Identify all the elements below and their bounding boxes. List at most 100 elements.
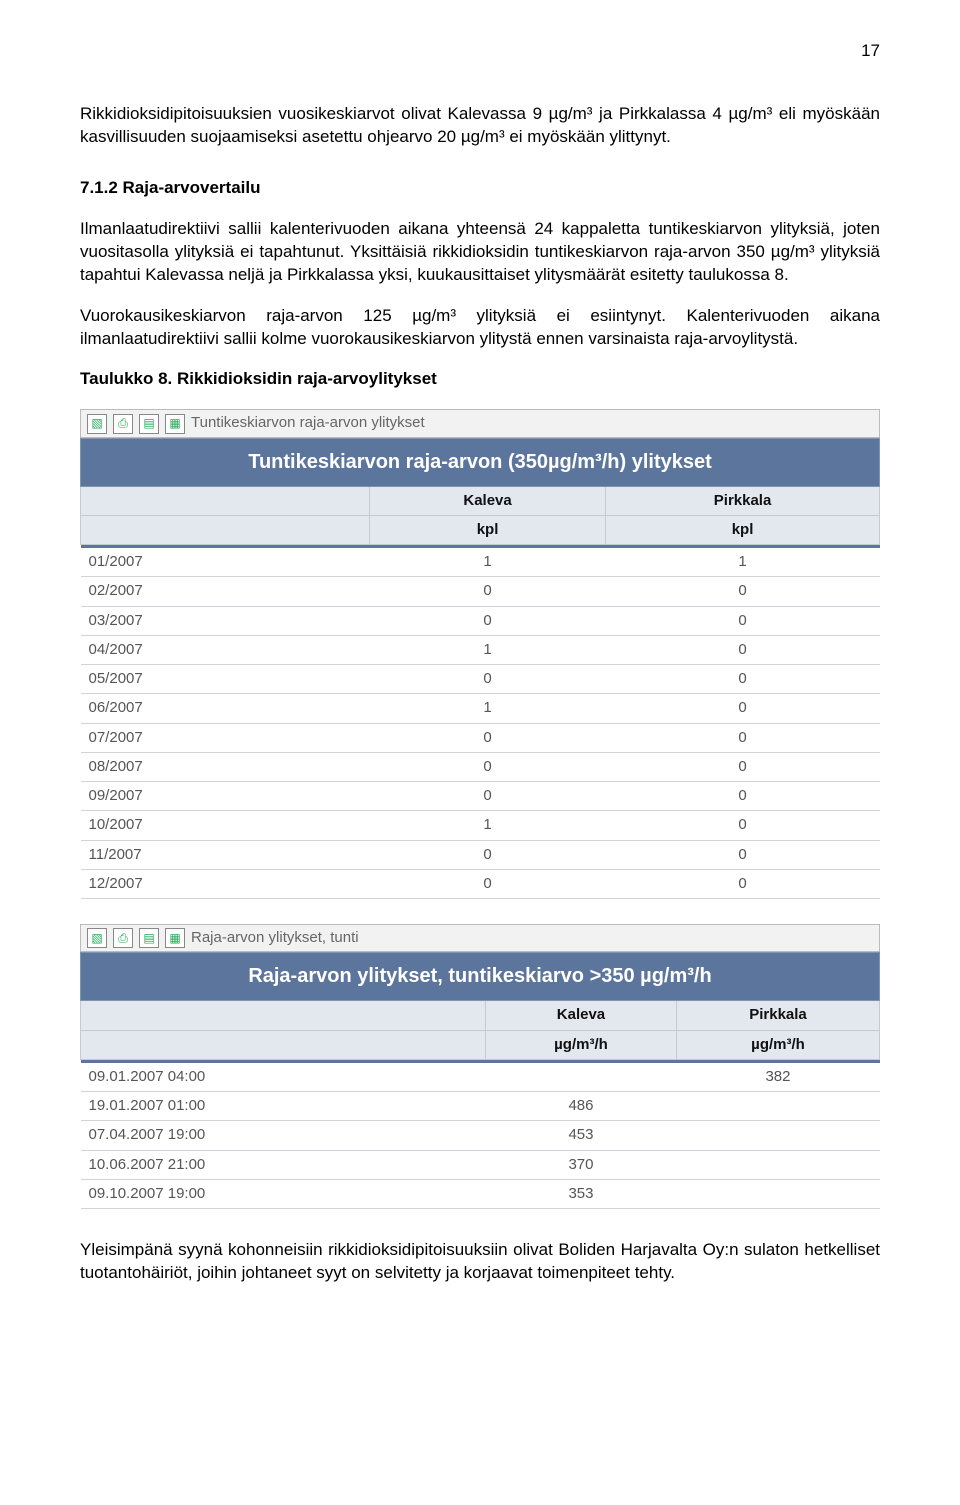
grid-icon[interactable]: ▦ (165, 414, 185, 434)
row-label: 09.10.2007 19:00 (81, 1179, 486, 1208)
col-blank (81, 486, 370, 515)
row-value-kaleva: 1 (370, 694, 606, 723)
row-value-kaleva: 1 (370, 811, 606, 840)
print-icon[interactable]: ⎙ (113, 414, 133, 434)
unit-ug-1: µg/m³/h (485, 1030, 676, 1059)
body-paragraph-2: Vuorokausikeskiarvon raja-arvon 125 µg/m… (80, 305, 880, 351)
row-value-kaleva: 486 (485, 1092, 676, 1121)
row-value-kaleva (485, 1063, 676, 1092)
unit-kpl-2: kpl (606, 515, 880, 544)
row-value-kaleva: 0 (370, 577, 606, 606)
table-row: 06/200710 (81, 694, 880, 723)
row-value-pirkkala: 0 (606, 723, 880, 752)
table-1: Tuntikeskiarvon raja-arvon (350µg/m³/h) … (80, 438, 880, 900)
row-label: 09.01.2007 04:00 (81, 1063, 486, 1092)
row-value-pirkkala: 382 (676, 1063, 879, 1092)
toolbar-title: Raja-arvon ylitykset, tunti (191, 928, 359, 948)
doc-icon[interactable]: ▤ (139, 928, 159, 948)
table-row: 08/200700 (81, 752, 880, 781)
row-label: 05/2007 (81, 665, 370, 694)
table-row: 03/200700 (81, 606, 880, 635)
row-value-pirkkala (676, 1179, 879, 1208)
table-row: 02/200700 (81, 577, 880, 606)
row-value-pirkkala: 0 (606, 752, 880, 781)
table-row: 09.10.2007 19:00353 (81, 1179, 880, 1208)
row-value-kaleva: 0 (370, 869, 606, 898)
page-number: 17 (80, 40, 880, 63)
col-kaleva: Kaleva (370, 486, 606, 515)
table-row: 04/200710 (81, 635, 880, 664)
table-row: 01/200711 (81, 548, 880, 577)
row-label: 04/2007 (81, 635, 370, 664)
row-value-pirkkala (676, 1121, 879, 1150)
unit-blank (81, 515, 370, 544)
row-value-pirkkala: 0 (606, 665, 880, 694)
row-value-pirkkala: 0 (606, 869, 880, 898)
row-label: 03/2007 (81, 606, 370, 635)
table-row: 05/200700 (81, 665, 880, 694)
table-row: 09.01.2007 04:00 382 (81, 1063, 880, 1092)
toolbar-title: Tuntikeskiarvon raja-arvon ylitykset (191, 413, 425, 433)
row-value-kaleva: 453 (485, 1121, 676, 1150)
row-label: 08/2007 (81, 752, 370, 781)
col-kaleva: Kaleva (485, 1001, 676, 1030)
row-label: 02/2007 (81, 577, 370, 606)
table-2: Raja-arvon ylitykset, tuntikeskiarvo >35… (80, 952, 880, 1209)
unit-blank (81, 1030, 486, 1059)
row-value-pirkkala: 0 (606, 606, 880, 635)
row-value-pirkkala (676, 1092, 879, 1121)
table-row: 12/200700 (81, 869, 880, 898)
row-value-kaleva: 370 (485, 1150, 676, 1179)
row-value-pirkkala: 1 (606, 548, 880, 577)
table-row: 07.04.2007 19:00453 (81, 1121, 880, 1150)
doc-icon[interactable]: ▤ (139, 414, 159, 434)
table-row: 10.06.2007 21:00370 (81, 1150, 880, 1179)
unit-ug-2: µg/m³/h (676, 1030, 879, 1059)
table-1-header: Tuntikeskiarvon raja-arvon (350µg/m³/h) … (81, 438, 880, 486)
row-value-kaleva: 0 (370, 606, 606, 635)
table-2-header: Raja-arvon ylitykset, tuntikeskiarvo >35… (81, 953, 880, 1001)
row-value-kaleva: 0 (370, 840, 606, 869)
col-pirkkala: Pirkkala (676, 1001, 879, 1030)
row-value-pirkkala: 0 (606, 840, 880, 869)
row-value-pirkkala: 0 (606, 782, 880, 811)
row-label: 19.01.2007 01:00 (81, 1092, 486, 1121)
row-value-pirkkala (676, 1150, 879, 1179)
intro-paragraph: Rikkidioksidipitoisuuksien vuosikeskiarv… (80, 103, 880, 149)
print-icon[interactable]: ⎙ (113, 928, 133, 948)
table-1-toolbar: ▧ ⎙ ▤ ▦ Tuntikeskiarvon raja-arvon ylity… (80, 409, 880, 437)
section-heading: 7.1.2 Raja-arvovertailu (80, 177, 880, 200)
closing-paragraph: Yleisimpänä syynä kohonneisiin rikkidiok… (80, 1239, 880, 1285)
grid-icon[interactable]: ▦ (165, 928, 185, 948)
table-2-toolbar: ▧ ⎙ ▤ ▦ Raja-arvon ylitykset, tunti (80, 924, 880, 952)
unit-kpl-1: kpl (370, 515, 606, 544)
row-value-kaleva: 0 (370, 782, 606, 811)
row-label: 01/2007 (81, 548, 370, 577)
row-value-kaleva: 0 (370, 723, 606, 752)
row-value-kaleva: 0 (370, 752, 606, 781)
row-label: 10/2007 (81, 811, 370, 840)
col-blank (81, 1001, 486, 1030)
table-2-container: ▧ ⎙ ▤ ▦ Raja-arvon ylitykset, tunti Raja… (80, 924, 880, 1209)
row-value-kaleva: 353 (485, 1179, 676, 1208)
row-label: 11/2007 (81, 840, 370, 869)
row-value-kaleva: 1 (370, 548, 606, 577)
table-1-container: ▧ ⎙ ▤ ▦ Tuntikeskiarvon raja-arvon ylity… (80, 409, 880, 899)
row-label: 07/2007 (81, 723, 370, 752)
row-value-pirkkala: 0 (606, 811, 880, 840)
body-paragraph-1: Ilmanlaatudirektiivi sallii kalenterivuo… (80, 218, 880, 287)
row-label: 07.04.2007 19:00 (81, 1121, 486, 1150)
row-value-kaleva: 1 (370, 635, 606, 664)
chart-icon[interactable]: ▧ (87, 928, 107, 948)
col-pirkkala: Pirkkala (606, 486, 880, 515)
table-row: 10/200710 (81, 811, 880, 840)
row-value-pirkkala: 0 (606, 577, 880, 606)
row-value-pirkkala: 0 (606, 694, 880, 723)
table-row: 07/200700 (81, 723, 880, 752)
row-label: 06/2007 (81, 694, 370, 723)
table-caption: Taulukko 8. Rikkidioksidin raja-arvoylit… (80, 368, 880, 391)
chart-icon[interactable]: ▧ (87, 414, 107, 434)
row-value-kaleva: 0 (370, 665, 606, 694)
row-label: 10.06.2007 21:00 (81, 1150, 486, 1179)
table-row: 19.01.2007 01:00486 (81, 1092, 880, 1121)
